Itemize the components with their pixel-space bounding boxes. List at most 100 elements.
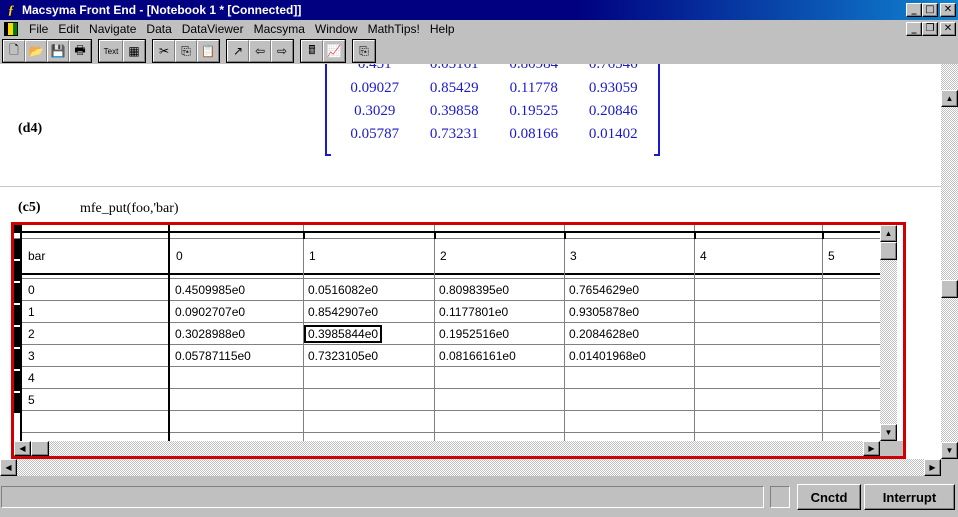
- menu-macsyma[interactable]: Macsyma: [249, 22, 310, 36]
- scroll-up-icon[interactable]: ▲: [880, 225, 897, 242]
- row-marker[interactable]: [14, 371, 20, 391]
- equation-icon[interactable]: ⎘: [353, 40, 375, 62]
- row-marker[interactable]: [14, 327, 20, 347]
- scroll-up-icon[interactable]: ▲: [941, 90, 958, 107]
- calculator-icon[interactable]: 🖩: [301, 40, 323, 62]
- graph-icon[interactable]: 📈: [323, 40, 345, 62]
- row-header[interactable]: 3: [28, 349, 35, 363]
- scroll-left-icon[interactable]: ◀: [0, 459, 17, 476]
- close-icon[interactable]: ✕: [940, 3, 956, 17]
- menu-data[interactable]: Data: [141, 22, 176, 36]
- table-cell[interactable]: 0.1177801e0: [439, 305, 508, 319]
- table-cell[interactable]: 0.08166161e0: [439, 349, 516, 363]
- table-cell[interactable]: 0.8542907e0: [308, 305, 378, 319]
- copy-icon[interactable]: ⎘: [175, 40, 197, 62]
- maximize-icon[interactable]: □: [922, 3, 938, 17]
- grid-line: [822, 231, 824, 239]
- column-header[interactable]: 5: [828, 249, 835, 263]
- matrix-cell: 0.08166: [509, 126, 559, 142]
- notebook-vertical-scrollbar[interactable]: ▲ ▼: [941, 64, 958, 459]
- table-cell[interactable]: 0.9305878e0: [569, 305, 639, 319]
- menu-dataviewer[interactable]: DataViewer: [177, 22, 249, 36]
- status-message: [1, 486, 764, 508]
- notebook-area[interactable]: (d4) 0.451 0.05161 0.80984 0.76546 0.090…: [0, 64, 941, 459]
- data-grid[interactable]: bar 0 1 2 3 4 5 0 0.4509985e0 0.0516082e0 0.809839…: [14, 225, 880, 441]
- save-disk-icon[interactable]: 💾: [47, 40, 69, 62]
- scroll-left-icon[interactable]: ◀: [14, 441, 31, 456]
- interrupt-button[interactable]: Interrupt: [864, 484, 955, 510]
- row-marker[interactable]: [14, 225, 20, 231]
- selected-cell[interactable]: 0.3985844e0: [303, 325, 383, 343]
- minimize-icon[interactable]: _: [906, 3, 922, 17]
- dataviewer-vertical-scrollbar[interactable]: ▲ ▼: [880, 225, 897, 441]
- scroll-thumb[interactable]: [941, 280, 958, 298]
- menu-mathtips[interactable]: MathTips!: [363, 22, 425, 36]
- row-marker[interactable]: [14, 283, 20, 303]
- row-header[interactable]: 1: [28, 305, 35, 319]
- row-header[interactable]: 4: [28, 371, 35, 385]
- scroll-right-icon[interactable]: ▶: [924, 459, 941, 476]
- connection-status-button[interactable]: Cnctd: [797, 484, 861, 510]
- grid-corner-label[interactable]: bar: [28, 249, 45, 263]
- row-marker[interactable]: [14, 349, 20, 369]
- row-marker[interactable]: [14, 239, 20, 259]
- column-header[interactable]: 0: [176, 249, 183, 263]
- menu-navigate[interactable]: Navigate: [84, 22, 141, 36]
- table-icon[interactable]: ▦: [123, 40, 145, 62]
- row-marker[interactable]: [14, 305, 20, 325]
- new-doc-icon[interactable]: 🗋: [3, 40, 25, 62]
- row-header[interactable]: 0: [28, 283, 35, 297]
- menu-help[interactable]: Help: [425, 22, 460, 36]
- menu-file[interactable]: File: [24, 22, 53, 36]
- title-bar[interactable]: ƒ Macsyma Front End - [Notebook 1 * [Con…: [0, 0, 958, 20]
- macsyma-icon[interactable]: ƒ: [3, 2, 19, 18]
- table-cell[interactable]: 0.05787115e0: [175, 349, 251, 363]
- open-folder-icon[interactable]: 📂: [25, 40, 47, 62]
- matrix-cell: 0.19525: [509, 103, 559, 119]
- forward-icon[interactable]: ⇨: [271, 40, 293, 62]
- grid-line: [822, 225, 823, 441]
- dataviewer-horizontal-scrollbar[interactable]: ◀ ▶: [14, 441, 880, 456]
- table-cell[interactable]: 0.2084628e0: [569, 327, 639, 341]
- status-bar: Cnctd Interrupt: [0, 476, 958, 517]
- column-header[interactable]: 3: [570, 249, 577, 263]
- scroll-down-icon[interactable]: ▼: [880, 424, 897, 441]
- menu-window[interactable]: Window: [310, 22, 363, 36]
- doc-restore-icon[interactable]: ❐: [922, 22, 938, 36]
- input-expression[interactable]: mfe_put(foo,'bar): [80, 201, 179, 217]
- scroll-down-icon[interactable]: ▼: [941, 442, 958, 459]
- scroll-right-icon[interactable]: ▶: [863, 441, 880, 456]
- column-header[interactable]: 2: [440, 249, 447, 263]
- table-cell[interactable]: 0.01401968e0: [569, 349, 646, 363]
- table-cell[interactable]: 0.8098395e0: [439, 283, 509, 297]
- table-cell[interactable]: 0.0902707e0: [175, 305, 245, 319]
- back-icon[interactable]: ⇦: [249, 40, 271, 62]
- jump-icon[interactable]: ↗: [227, 40, 249, 62]
- grid-line: [434, 231, 436, 239]
- table-cell[interactable]: 0.7654629e0: [569, 283, 639, 297]
- table-cell[interactable]: 0.0516082e0: [308, 283, 378, 297]
- column-header[interactable]: 4: [700, 249, 707, 263]
- row-header[interactable]: 5: [28, 393, 35, 407]
- data-viewer[interactable]: bar 0 1 2 3 4 5 0 0.4509985e0 0.0516082e0 0.809839…: [11, 222, 906, 459]
- menu-edit[interactable]: Edit: [53, 22, 84, 36]
- text-icon[interactable]: Text: [99, 40, 123, 62]
- table-cell[interactable]: 0.1952516e0: [439, 327, 509, 341]
- paste-icon[interactable]: 📋: [197, 40, 219, 62]
- scroll-thumb[interactable]: [31, 441, 49, 456]
- notebook-horizontal-scrollbar[interactable]: ◀ ▶: [0, 459, 941, 476]
- table-cell[interactable]: 0.7323105e0: [308, 349, 378, 363]
- document-icon[interactable]: [4, 22, 18, 36]
- cut-icon[interactable]: ✂: [153, 40, 175, 62]
- doc-minimize-icon[interactable]: _: [906, 22, 922, 36]
- table-cell[interactable]: 0.3028988e0: [175, 327, 245, 341]
- scroll-thumb[interactable]: [880, 242, 897, 260]
- row-marker[interactable]: [14, 393, 20, 413]
- row-header[interactable]: 2: [28, 327, 35, 341]
- row-marker[interactable]: [14, 261, 20, 281]
- print-icon[interactable]: 🖶: [69, 40, 91, 62]
- column-header[interactable]: 1: [309, 249, 316, 263]
- matrix-row: 0.05787 0.73231 0.08166 0.01402: [335, 126, 653, 143]
- doc-close-icon[interactable]: ✕: [940, 22, 956, 36]
- table-cell[interactable]: 0.4509985e0: [175, 283, 245, 297]
